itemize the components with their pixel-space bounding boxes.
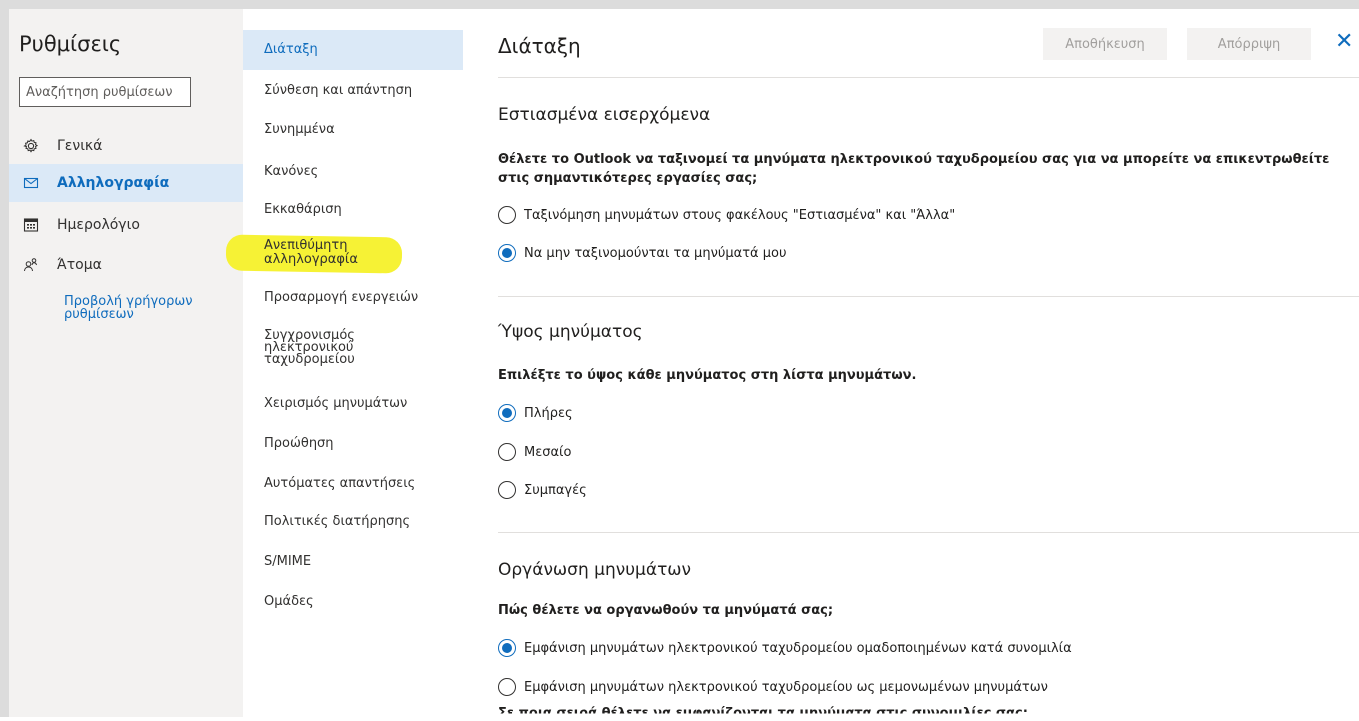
- section-question-cutoff: Σε ποια σειρά θέλετε να εμφανίζονται τα …: [498, 706, 1028, 721]
- subnav-label: Προώθηση: [264, 436, 334, 451]
- subnav-label: Διάταξη: [264, 42, 318, 57]
- nav-item-mail[interactable]: Αλληλογραφία: [9, 164, 243, 202]
- quick-settings-link[interactable]: Προβολή γρήγορων ρυθμίσεων: [64, 295, 224, 321]
- nav-item-people[interactable]: Άτομα: [9, 246, 243, 284]
- nav-item-calendar[interactable]: Ημερολόγιο: [9, 206, 243, 244]
- subnav-item-rules[interactable]: Κανόνες: [243, 165, 463, 179]
- subnav-item-retention-policies[interactable]: Πολιτικές διατήρησης: [243, 515, 463, 529]
- radio-label: Μεσαίο: [524, 444, 572, 460]
- section-title-message-organization: Οργάνωση μηνυμάτων: [498, 560, 692, 580]
- radio-label: Συμπαγές: [524, 482, 587, 498]
- subnav-label: Ανεπιθύμητη αλληλογραφία: [264, 238, 358, 267]
- subnav-item-compose-reply[interactable]: Σύνθεση και απάντηση: [243, 84, 463, 98]
- subnav-label: Κανόνες: [264, 164, 319, 179]
- radio-button[interactable]: [498, 481, 516, 499]
- radio-option-sort-focused[interactable]: Ταξινόμηση μηνυμάτων στους φακέλους "Εστ…: [498, 204, 955, 226]
- subnav-label: Συγχρονισμός ηλεκτρονικού ταχυδρομείου: [264, 328, 355, 367]
- subnav-label: Εκκαθάριση: [264, 202, 342, 217]
- subnav-item-sweep[interactable]: Εκκαθάριση: [243, 203, 463, 217]
- radio-button[interactable]: [498, 443, 516, 461]
- nav-label-mail: Αλληλογραφία: [57, 175, 170, 191]
- nav-label-calendar: Ημερολόγιο: [57, 217, 140, 233]
- subnav-item-customize-actions[interactable]: Προσαρμογή ενεργειών: [243, 291, 463, 305]
- radio-option-group-by-conversation[interactable]: Εμφάνιση μηνυμάτων ηλεκτρονικού ταχυδρομ…: [498, 637, 1072, 659]
- section-question: Θέλετε το Outlook να ταξινομεί τα μηνύμα…: [498, 152, 1330, 186]
- subnav-label: Σύνθεση και απάντηση: [264, 83, 413, 98]
- radio-button[interactable]: [498, 678, 516, 696]
- layout-settings-panel: Διάταξη Αποθήκευση Απόρριψη ✕ Εστιασμένα…: [463, 9, 1359, 717]
- section-title-message-height: Ύψος μηνύματος: [498, 322, 643, 342]
- subnav-item-attachments[interactable]: Συνημμένα: [243, 123, 463, 137]
- section-title-focused-inbox: Εστιασμένα εισερχόμενα: [498, 105, 711, 125]
- radio-button-selected[interactable]: [498, 404, 516, 422]
- radio-label: Εμφάνιση μηνυμάτων ηλεκτρονικού ταχυδρομ…: [524, 679, 1048, 695]
- subnav-item-message-handling[interactable]: Χειρισμός μηνυμάτων: [243, 397, 463, 411]
- search-settings-input[interactable]: [19, 77, 191, 107]
- subnav-label: S/MIME: [264, 554, 312, 569]
- radio-label: Ταξινόμηση μηνυμάτων στους φακέλους "Εστ…: [524, 207, 956, 223]
- radio-option-compact[interactable]: Συμπαγές: [498, 479, 587, 501]
- window-frame-left: [0, 0, 9, 717]
- subnav-item-sync-email[interactable]: Συγχρονισμός ηλεκτρονικού ταχυδρομείου: [243, 328, 383, 367]
- settings-title: Ρυθμίσεις: [19, 32, 122, 56]
- section-question: Πώς θέλετε να οργανωθούν τα μηνύματά σας…: [498, 603, 834, 618]
- mail-subnav: Διάταξη Σύνθεση και απάντηση Συνημμένα Κ…: [243, 9, 464, 717]
- discard-button[interactable]: Απόρριψη: [1187, 28, 1311, 60]
- calendar-icon: [23, 217, 39, 233]
- save-button[interactable]: Αποθήκευση: [1043, 28, 1167, 60]
- divider: [498, 296, 1359, 297]
- mail-icon: [23, 175, 39, 191]
- subnav-label: Προσαρμογή ενεργειών: [264, 290, 419, 305]
- nav-label-general: Γενικά: [57, 138, 103, 154]
- page-title: Διάταξη: [498, 34, 581, 58]
- radio-option-medium[interactable]: Μεσαίο: [498, 441, 571, 463]
- radio-option-full[interactable]: Πλήρες: [498, 402, 573, 424]
- subnav-item-layout[interactable]: Διάταξη: [243, 30, 463, 70]
- subnav-item-groups[interactable]: Ομάδες: [243, 595, 463, 609]
- divider: [498, 532, 1359, 533]
- subnav-label: Χειρισμός μηνυμάτων: [264, 396, 408, 411]
- subnav-item-smime[interactable]: S/MIME: [243, 555, 463, 569]
- radio-option-individual-messages[interactable]: Εμφάνιση μηνυμάτων ηλεκτρονικού ταχυδρομ…: [498, 676, 1048, 698]
- subnav-item-forwarding[interactable]: Προώθηση: [243, 437, 463, 451]
- radio-button-selected[interactable]: [498, 244, 516, 262]
- close-icon[interactable]: ✕: [1335, 29, 1353, 54]
- gear-icon: [23, 138, 39, 154]
- people-icon: [23, 257, 39, 273]
- divider: [498, 77, 1359, 78]
- radio-button[interactable]: [498, 206, 516, 224]
- radio-button-selected[interactable]: [498, 639, 516, 657]
- subnav-label: Συνημμένα: [264, 122, 335, 137]
- radio-label: Να μην ταξινομούνται τα μηνύματά μου: [524, 245, 787, 261]
- section-question: Επιλέξτε το ύψος κάθε μηνύματος στη λίστ…: [498, 368, 917, 383]
- subnav-item-junk-email-overlay[interactable]: Ανεπιθύμητη αλληλογραφία: [243, 239, 383, 267]
- nav-item-general[interactable]: Γενικά: [9, 127, 243, 165]
- window-frame-top: [0, 0, 1359, 9]
- settings-left-pane: Ρυθμίσεις Γενικά Αλληλογραφία Ημερολόγιο…: [9, 9, 243, 717]
- subnav-item-automatic-replies[interactable]: Αυτόματες απαντήσεις: [243, 477, 463, 491]
- subnav-label: Ομάδες: [264, 594, 314, 609]
- radio-option-dont-sort[interactable]: Να μην ταξινομούνται τα μηνύματά μου: [498, 242, 786, 264]
- radio-label: Εμφάνιση μηνυμάτων ηλεκτρονικού ταχυδρομ…: [524, 640, 1072, 656]
- subnav-label: Πολιτικές διατήρησης: [264, 514, 411, 529]
- subnav-label: Αυτόματες απαντήσεις: [264, 476, 416, 491]
- radio-label: Πλήρες: [524, 405, 573, 421]
- nav-label-people: Άτομα: [57, 257, 102, 273]
